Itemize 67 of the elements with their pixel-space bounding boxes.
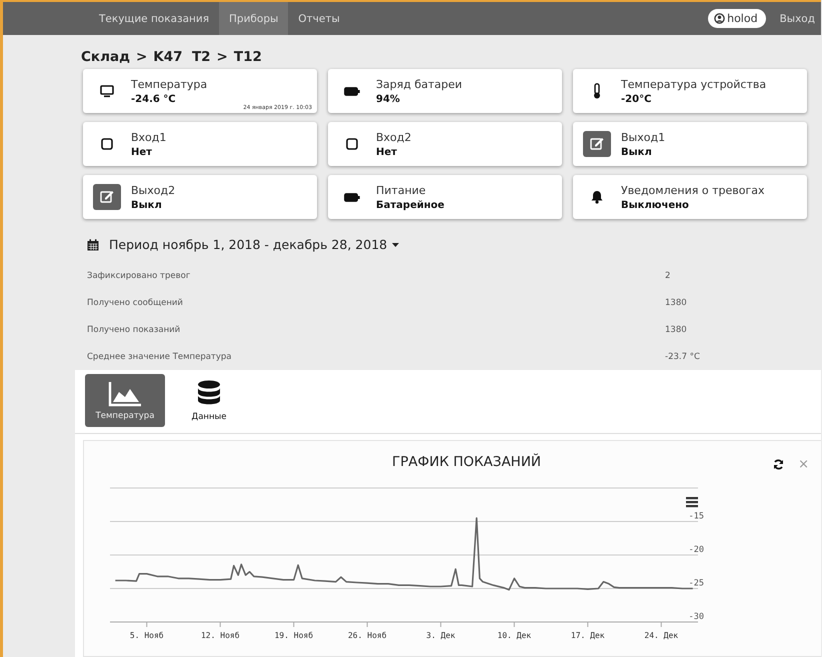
- card-label: Температура устройства: [621, 78, 766, 90]
- view-tab[interactable]: Данные: [179, 374, 239, 427]
- thermometer-icon: [593, 83, 601, 99]
- axis-label: 19. Нояб: [274, 631, 314, 640]
- caret-icon: [392, 242, 400, 246]
- axis-label: -30: [688, 612, 704, 622]
- axis-label: -20: [688, 545, 704, 555]
- stat-value: 1380: [665, 298, 687, 308]
- edit-icon: [93, 184, 121, 210]
- chart-menu-icon[interactable]: [686, 497, 698, 508]
- card-value: -20°C: [621, 94, 652, 104]
- axis-label: 17. Дек: [570, 631, 605, 640]
- axis-label: 12. Нояб: [200, 631, 240, 640]
- stat-label: Получено сообщений: [87, 298, 184, 308]
- monitor-icon: [100, 84, 114, 98]
- view-tab[interactable]: Температура: [85, 374, 165, 427]
- square-icon: [101, 138, 113, 150]
- card-value: Нет: [376, 146, 398, 158]
- axis-label: 5. Нояб: [130, 631, 164, 640]
- card-value: Нет: [131, 146, 153, 158]
- stat-label: Зафиксировано тревог: [87, 270, 192, 280]
- card-label: Уведомления о тревогах: [621, 184, 764, 196]
- axis-label: 26. Нояб: [348, 631, 387, 640]
- area-chart-icon: [108, 380, 142, 406]
- card-label: Температура: [131, 78, 208, 90]
- stat-label: Получено показаний: [87, 324, 182, 334]
- calendar-icon: [87, 238, 99, 250]
- nav-tab[interactable]: Текущие показания: [89, 2, 220, 35]
- battery-icon: [344, 86, 360, 96]
- axis-label: -15: [688, 512, 704, 522]
- refresh-icon[interactable]: [773, 459, 784, 470]
- battery-icon: [344, 192, 360, 202]
- chart-title: ГРАФИК ПОКАЗАНИЙ: [392, 454, 542, 470]
- breadcrumb-item[interactable]: Склад: [81, 49, 130, 65]
- card-label: Вход1: [131, 130, 166, 144]
- card-value: Выключено: [621, 200, 690, 210]
- card-value: -24.6 °C: [131, 94, 177, 104]
- stat-label: Среднее значение Температура: [87, 352, 233, 362]
- nav-tab[interactable]: Приборы: [219, 2, 288, 35]
- axis-label: 3. Дек: [426, 631, 456, 640]
- square-icon: [346, 138, 358, 150]
- edit-icon: [583, 131, 611, 157]
- axis-label: 10. Дек: [497, 631, 532, 640]
- breadcrumb-item[interactable]: T12: [234, 49, 262, 65]
- axis-label: 24. Дек: [644, 631, 678, 640]
- card-value: 94%: [376, 94, 401, 104]
- bell-icon: [591, 190, 603, 204]
- card-label: Вход2: [376, 130, 412, 144]
- card-value: Выкл: [621, 146, 653, 158]
- axis-label: -25: [688, 578, 704, 588]
- user-button[interactable]: holod: [708, 9, 766, 28]
- period-dropdown[interactable]: Период ноябрь 1, 2018 - декабрь 28, 2018: [109, 237, 400, 252]
- logout-link[interactable]: Выход: [766, 12, 821, 24]
- breadcrumb-separator: >: [216, 49, 228, 65]
- card-label: Выход1: [621, 130, 666, 144]
- stat-value: 2: [665, 270, 670, 280]
- stat-value: -23.7 °C: [665, 352, 700, 362]
- user-icon: [714, 13, 726, 24]
- breadcrumb-separator: >: [136, 49, 148, 65]
- breadcrumb-item[interactable]: K47 T2: [153, 49, 211, 65]
- card-label: Заряд батареи: [376, 78, 462, 90]
- card-label: Питание: [376, 184, 427, 196]
- nav-tab[interactable]: Отчеты: [288, 2, 350, 35]
- stat-value: 1380: [665, 324, 687, 334]
- card-value: Батарейное: [376, 200, 444, 210]
- card-value: Выкл: [131, 200, 163, 210]
- card-label: Выход2: [131, 184, 176, 196]
